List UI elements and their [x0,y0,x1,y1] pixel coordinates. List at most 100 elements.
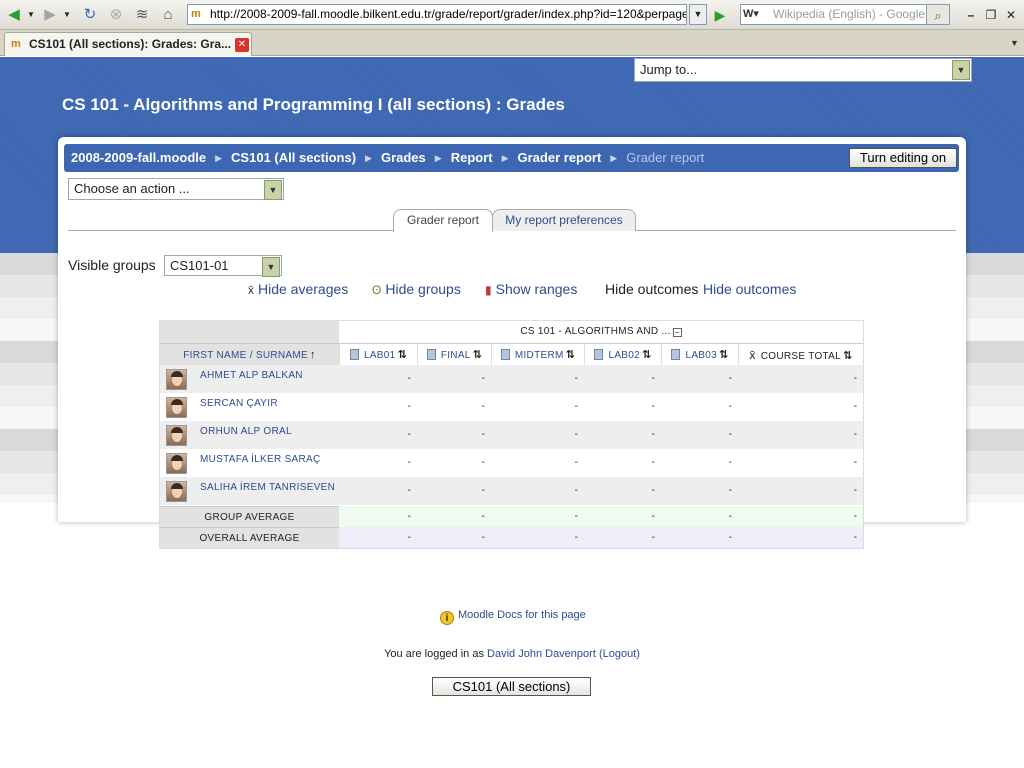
forward-history-chevron-icon[interactable]: ▼ [62,5,72,25]
search-icon[interactable]: ⌕ [926,4,950,25]
choose-action-select[interactable]: Choose an action ... ▼ [68,178,284,200]
avatar[interactable] [166,453,187,474]
student-name-link[interactable]: MUSTAFA İLKER SARAÇ [200,454,321,465]
minimize-icon[interactable]: – [962,6,980,24]
forward-arrow-icon[interactable]: ▶ [40,5,60,25]
sort-icon[interactable]: ⇅ [566,349,576,361]
avatar[interactable] [166,369,187,390]
breadcrumb-site[interactable]: 2008-2009-fall.moodle [71,150,206,165]
reload-icon[interactable]: ↻ [80,5,100,25]
column-header-midterm[interactable]: MIDTERM ⇅ [491,344,584,365]
student-name-link[interactable]: AHMET ALP BALKAN [200,370,303,381]
visible-groups-select[interactable]: CS101-01 ▼ [164,255,282,277]
sort-icon[interactable]: ⇅ [642,349,652,361]
grade-cell[interactable]: - [661,365,738,393]
stop-icon[interactable]: ⊗ [106,5,126,25]
hide-groups-link[interactable]: ʘ Hide groups [372,281,461,297]
column-header-lab01[interactable]: LAB01 ⇅ [339,344,417,365]
grade-cell[interactable]: - [738,477,863,505]
search-engine-icon[interactable]: W▾ [743,6,769,23]
grade-cell[interactable]: - [661,393,738,421]
grade-cell[interactable]: - [417,365,491,393]
grade-cell[interactable]: - [417,477,491,505]
grade-cell[interactable]: - [584,393,661,421]
grade-cell[interactable]: - [339,449,417,477]
column-label: LAB01 [363,350,396,361]
grade-cell[interactable]: - [584,421,661,449]
grade-cell[interactable]: - [738,393,863,421]
avatar[interactable] [166,481,187,502]
sort-icon[interactable]: ⇅ [719,349,729,361]
breadcrumb-arrow-icon: ▶ [215,153,223,163]
grade-cell[interactable]: - [491,421,584,449]
search-input[interactable]: W▾ Wikipedia (English) - Google [740,4,950,25]
breadcrumb-course[interactable]: CS101 (All sections) [231,150,356,165]
sort-up-icon[interactable]: ↑ [310,349,316,361]
back-history-chevron-icon[interactable]: ▼ [26,5,36,25]
hide-averages-link[interactable]: x̄ Hide averages [248,281,348,297]
sort-icon[interactable]: ⇅ [473,349,483,361]
restore-icon[interactable]: ❐ [982,6,1000,24]
grade-cell[interactable]: - [491,393,584,421]
grade-cell[interactable]: - [661,449,738,477]
grade-cell[interactable]: - [491,449,584,477]
column-header-final[interactable]: FINAL ⇅ [417,344,491,365]
avatar[interactable] [166,425,187,446]
grade-cell[interactable]: - [738,421,863,449]
breadcrumb-grades[interactable]: Grades [381,150,426,165]
name-header-label: FIRST NAME / SURNAME [183,350,308,361]
grade-cell[interactable]: - [339,365,417,393]
breadcrumb-report[interactable]: Report [451,150,493,165]
address-bar[interactable]: m http://2008-2009-fall.moodle.bilkent.e… [187,4,687,25]
grade-cell[interactable]: - [417,393,491,421]
moodle-docs-link[interactable]: i Moodle Docs for this page [440,609,586,625]
column-header-lab02[interactable]: LAB02 ⇅ [584,344,661,365]
show-ranges-link[interactable]: ▮ Show ranges [485,281,577,297]
average-cell: - [728,511,732,522]
table-row: SALIHA İREM TANRISEVEN - - - - - - [160,477,863,505]
grade-cell[interactable]: - [584,449,661,477]
back-arrow-icon[interactable]: ◀ [4,5,24,25]
grade-cell[interactable]: - [339,477,417,505]
grade-cell[interactable]: - [417,421,491,449]
breadcrumb-grader-report[interactable]: Grader report [518,150,602,165]
student-name-link[interactable]: ORHUN ALP ORAL [200,426,292,437]
student-name-link[interactable]: SERCAN ÇAYIR [200,398,278,409]
home-icon[interactable]: ⌂ [158,5,178,25]
logout-link[interactable]: (Logout) [599,648,640,660]
close-window-icon[interactable]: ✕ [1002,6,1020,24]
grade-cell[interactable]: - [584,365,661,393]
grade-cell[interactable]: - [584,477,661,505]
grade-cell[interactable]: - [661,421,738,449]
grade-cell[interactable]: - [339,393,417,421]
tab-my-report-preferences[interactable]: My report preferences [492,209,636,231]
turn-editing-on-button[interactable]: Turn editing on [849,148,957,168]
column-header-course-total[interactable]: x̄ COURSE TOTAL ⇅ [738,344,863,365]
average-cell: - [481,511,485,522]
name-column-header[interactable]: FIRST NAME / SURNAME ↑ [160,344,339,365]
address-dropdown-icon[interactable]: ▼ [689,4,707,25]
tab-grader-report[interactable]: Grader report [393,209,493,232]
sort-icon[interactable]: ⇅ [398,349,408,361]
tab-list-chevron-icon[interactable]: ▼ [1010,38,1019,48]
tab-grades[interactable]: m CS101 (All sections): Grades: Gra... ✕ [4,32,252,56]
hide-outcomes-link[interactable]: Hide outcomes [703,281,796,297]
grade-cell[interactable]: - [339,421,417,449]
column-header-lab03[interactable]: LAB03 ⇅ [661,344,738,365]
grade-cell[interactable]: - [738,365,863,393]
collapse-icon[interactable]: − [672,328,682,337]
tab-close-icon[interactable]: ✕ [235,38,249,52]
go-arrow-icon[interactable]: ▶ [711,5,729,25]
history-icon[interactable]: ≋ [132,5,152,25]
sort-icon[interactable]: ⇅ [843,350,853,362]
grade-cell[interactable]: - [417,449,491,477]
avatar[interactable] [166,397,187,418]
grade-cell[interactable]: - [738,449,863,477]
jump-to-select[interactable]: Jump to... ▼ [634,58,972,82]
grade-cell[interactable]: - [661,477,738,505]
user-profile-link[interactable]: David John Davenport [487,648,596,660]
grade-cell[interactable]: - [491,365,584,393]
grade-cell[interactable]: - [491,477,584,505]
course-home-button[interactable]: CS101 (All sections) [432,677,591,696]
student-name-link[interactable]: SALIHA İREM TANRISEVEN [200,482,335,493]
